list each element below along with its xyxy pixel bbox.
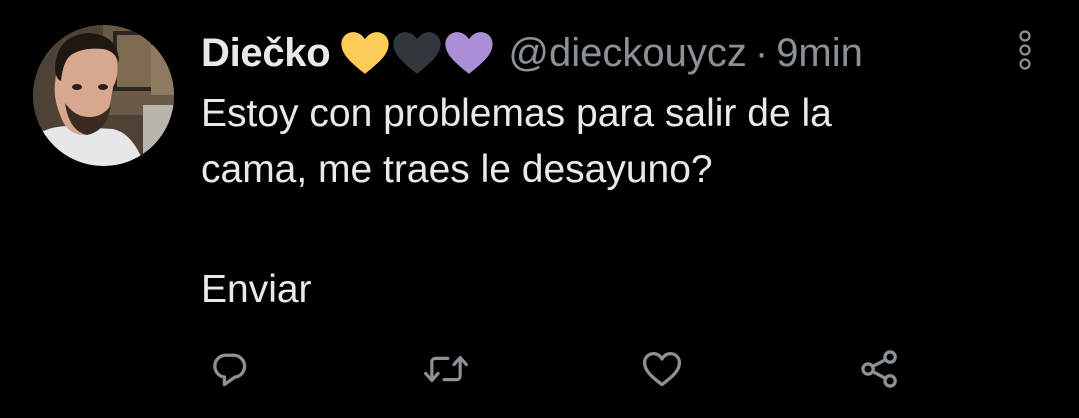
header-separator: · xyxy=(754,30,769,75)
tweet-text-line: Enviar xyxy=(201,268,312,311)
more-vertical-icon xyxy=(1019,30,1031,70)
retweet-icon xyxy=(424,355,468,383)
name-emoji-hearts xyxy=(340,30,494,76)
reply-button[interactable] xyxy=(205,345,253,393)
reply-icon xyxy=(213,353,247,387)
tweet-text-line: cama, me traes le desayuno? xyxy=(201,148,713,191)
user-handle[interactable]: @dieckouycz xyxy=(508,31,746,76)
share-button[interactable] xyxy=(856,345,904,393)
tweet-action-bar xyxy=(0,345,1079,395)
avatar[interactable] xyxy=(33,25,174,166)
black-heart-icon xyxy=(393,32,441,74)
purple-heart-icon xyxy=(445,32,493,74)
tweet-header: Diečko @dieckouycz · 9min xyxy=(201,28,863,78)
yellow-heart-icon xyxy=(341,32,389,74)
like-button[interactable] xyxy=(638,345,686,393)
tweet[interactable]: Diečko @dieckouycz · 9min Estoy con prob… xyxy=(0,0,1079,418)
tweet-text: Estoy con problemas para salir de la cam… xyxy=(201,86,1041,318)
more-options-button[interactable] xyxy=(1014,30,1036,70)
retweet-button[interactable] xyxy=(422,345,470,393)
display-name[interactable]: Diečko xyxy=(201,31,331,76)
avatar-photo xyxy=(33,25,174,166)
like-icon xyxy=(642,351,682,387)
tweet-timestamp[interactable]: 9min xyxy=(776,31,863,76)
tweet-text-line: Estoy con problemas para salir de la xyxy=(201,92,832,135)
share-icon xyxy=(861,350,897,388)
